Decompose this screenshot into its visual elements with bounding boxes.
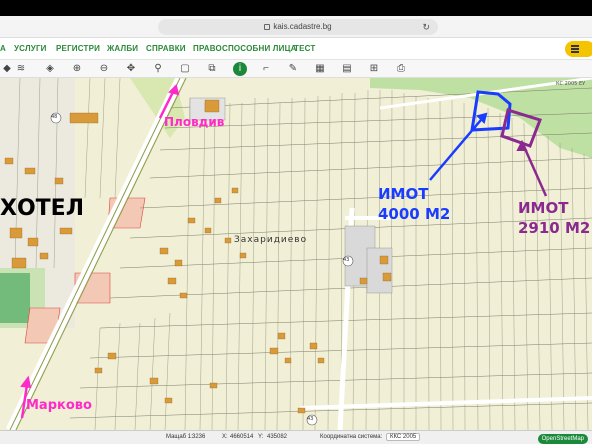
cadastral-map[interactable]: 48 43 43 КС 2005 ЕУ ХОТЕЛ Пловдив Марков… bbox=[0, 78, 592, 430]
layers-stack-icon[interactable]: ≋ bbox=[14, 62, 28, 76]
map-toolbar: ◆ ≋ ◈ ⊕ ⊖ ✥ ⚲ ▢ ⧉ i ⌐ ✎ ▦ ▤ ⊞ ⎙ bbox=[0, 60, 592, 78]
imot1-area: 4000 М2 bbox=[378, 205, 451, 223]
zoom-out-icon[interactable]: ⊖ bbox=[97, 62, 111, 76]
select-box-icon[interactable]: ▢ bbox=[178, 62, 192, 76]
print-icon[interactable]: ⎙ bbox=[394, 62, 408, 76]
crs-select[interactable]: ККС 2005 bbox=[386, 433, 421, 441]
imot2-area: 2910 М2 bbox=[518, 219, 591, 237]
park-green bbox=[0, 273, 30, 323]
road-label-48: 48 bbox=[51, 114, 58, 120]
document-icon[interactable]: ▤ bbox=[340, 62, 354, 76]
pan-icon[interactable]: ✥ bbox=[124, 62, 138, 76]
nav-item-legal-persons[interactable]: ПРАВОСПОСОБНИ ЛИЦА bbox=[193, 44, 297, 53]
window-top-bar bbox=[0, 0, 592, 16]
map-canvas bbox=[0, 78, 592, 430]
main-nav: А УСЛУГИ РЕГИСТРИ ЖАЛБИ СПРАВКИ ПРАВОСПО… bbox=[0, 38, 592, 60]
imot2-title: ИМОТ bbox=[518, 199, 569, 217]
graph-icon[interactable]: ⊞ bbox=[367, 62, 381, 76]
corner-code: КС 2005 ЕУ bbox=[556, 81, 586, 87]
road-label-43b: 43 bbox=[307, 416, 314, 422]
markovo-arrowhead bbox=[20, 375, 32, 389]
nav-item-a[interactable]: А bbox=[0, 44, 6, 53]
nav-item-services[interactable]: УСЛУГИ bbox=[14, 44, 47, 53]
y-value: 435082 bbox=[267, 434, 288, 440]
road-label-43: 43 bbox=[343, 257, 350, 263]
nav-item-complaints[interactable]: ЖАЛБИ bbox=[107, 44, 138, 53]
gray-block-2 bbox=[366, 247, 393, 294]
scale-value[interactable]: 3236 bbox=[192, 434, 205, 440]
reload-icon[interactable]: ↻ bbox=[422, 19, 430, 35]
layers-alt-icon[interactable]: ◈ bbox=[43, 62, 57, 76]
nav-item-registers[interactable]: РЕГИСТРИ bbox=[56, 44, 100, 53]
draw-icon[interactable]: ✎ bbox=[286, 62, 300, 76]
nav-item-test[interactable]: ТЕСТ bbox=[294, 44, 316, 53]
layers-icon[interactable]: ◆ bbox=[0, 62, 14, 76]
url-field[interactable]: kais.cadastre.bg ↻ bbox=[158, 19, 438, 35]
x-value: 4660514 bbox=[230, 434, 254, 440]
osm-logo[interactable]: OpenStreetMap bbox=[537, 434, 588, 444]
nav-item-references[interactable]: СПРАВКИ bbox=[146, 44, 186, 53]
crs-label: Координатна система: bbox=[320, 434, 383, 440]
menu-button[interactable] bbox=[565, 41, 592, 57]
y-label: Y: bbox=[258, 434, 264, 440]
lock-icon bbox=[264, 24, 271, 30]
hotel-label: ХОТЕЛ bbox=[0, 196, 84, 221]
measure-icon[interactable]: ⌐ bbox=[259, 62, 273, 76]
status-bar: Мащаб 1: 3236 X: 4660514 Y: 435082 Коорд… bbox=[0, 430, 592, 444]
export-box-icon[interactable]: ⧉ bbox=[205, 62, 219, 76]
plovdiv-label: Пловдив bbox=[164, 115, 225, 129]
imot1-title: ИМОТ bbox=[378, 185, 429, 203]
browser-address-bar: kais.cadastre.bg ↻ bbox=[0, 16, 592, 38]
x-label: X: bbox=[222, 434, 228, 440]
marker-icon[interactable]: ⚲ bbox=[151, 62, 165, 76]
map-icon[interactable]: ▦ bbox=[313, 62, 327, 76]
info-icon[interactable]: i bbox=[233, 62, 247, 76]
village-label: Захаридиево bbox=[234, 235, 308, 245]
markovo-label: Марково bbox=[26, 398, 92, 413]
zoom-in-icon[interactable]: ⊕ bbox=[70, 62, 84, 76]
imot1-arrow bbox=[429, 113, 487, 181]
scale-label: Мащаб 1: bbox=[166, 434, 193, 440]
url-text: kais.cadastre.bg bbox=[273, 22, 332, 31]
